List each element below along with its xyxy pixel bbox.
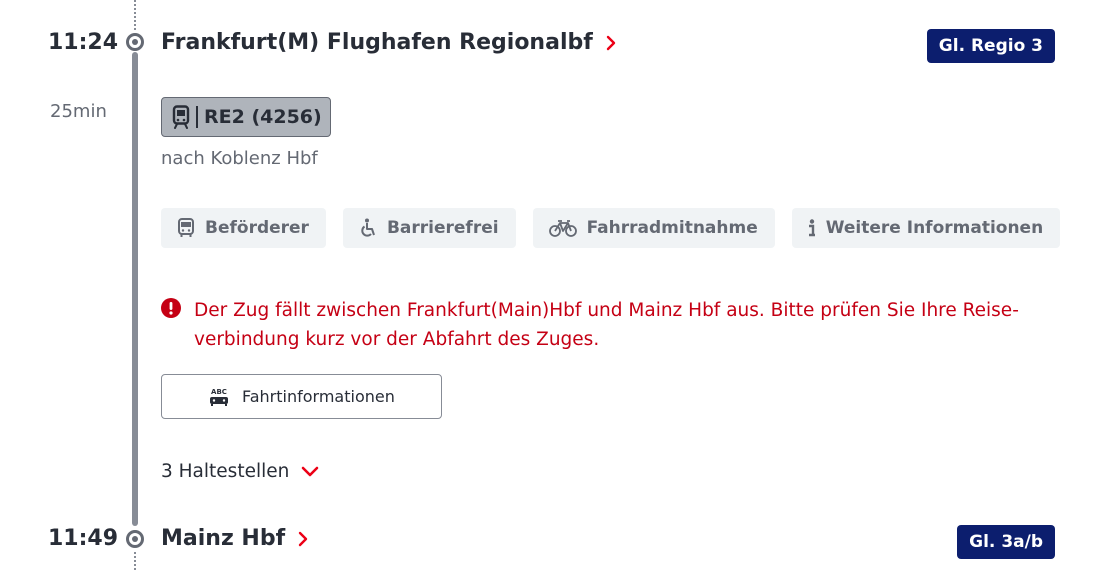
exclamation-circle-icon	[161, 298, 181, 318]
arrival-stop-dot	[126, 530, 144, 548]
train-icon	[172, 105, 190, 129]
chip-label: Weitere Informationen	[825, 218, 1044, 238]
chevron-right-icon	[606, 35, 616, 50]
timeline-rail	[132, 52, 138, 526]
chip-label: Fahrradmitnahme	[586, 218, 758, 238]
cancellation-alert: Der Zug fällt zwischen Frankfurt(Main)Hb…	[161, 296, 1051, 354]
fahrtinformationen-label: Fahrtinformationen	[242, 387, 395, 406]
departure-stop-dot	[126, 33, 144, 51]
arrival-station-name: Mainz Hbf	[161, 526, 286, 551]
abc-bus-icon: ABC	[210, 388, 228, 406]
alert-message: Der Zug fällt zwischen Frankfurt(Main)Hb…	[194, 300, 1019, 350]
journey-section: 11:24 Frankfurt(M) Flughafen Regionalbf …	[0, 0, 1106, 570]
departure-station-link[interactable]: Frankfurt(M) Flughafen Regionalbf	[161, 30, 619, 55]
timeline-dotted-top	[134, 0, 136, 30]
departure-time: 11:24	[48, 30, 119, 55]
chip-label: Beförderer	[205, 218, 309, 238]
train-label: RE2 (4256)	[204, 106, 322, 128]
info-icon	[808, 219, 815, 237]
chip-fahrradmitnahme[interactable]: Fahrradmitnahme	[532, 208, 775, 248]
arrival-platform-badge: Gl. 3a/b	[957, 525, 1055, 559]
chevron-right-icon	[298, 531, 308, 546]
timeline-dotted-bottom	[134, 552, 136, 570]
chip-weitere-informationen[interactable]: Weitere Informationen	[791, 208, 1061, 248]
travel-duration: 25min	[50, 101, 107, 122]
chevron-down-icon	[302, 466, 319, 476]
info-chips: Beförderer Barrierefrei Fahrradmitnahme	[161, 208, 1061, 248]
fahrtinformationen-button[interactable]: ABC Fahrtinformationen	[161, 374, 442, 419]
departure-station-name: Frankfurt(M) Flughafen Regionalbf	[161, 30, 593, 55]
departure-platform-badge: Gl. Regio 3	[926, 29, 1055, 63]
chip-barrierefrei[interactable]: Barrierefrei	[342, 208, 516, 248]
arrival-time: 11:49	[48, 526, 119, 551]
chip-label: Barrierefrei	[386, 218, 499, 238]
bus-icon	[178, 218, 194, 237]
train-direction: nach Koblenz Hbf	[161, 148, 318, 169]
wheelchair-icon	[361, 218, 375, 237]
svg-text:ABC: ABC	[211, 388, 227, 396]
intermediate-stops-toggle[interactable]: 3 Haltestellen	[161, 461, 319, 482]
train-badge[interactable]: RE2 (4256)	[161, 97, 331, 137]
arrival-station-link[interactable]: Mainz Hbf	[161, 526, 311, 551]
chip-befoerderer[interactable]: Beförderer	[161, 208, 326, 248]
stops-count-label: 3 Haltestellen	[161, 461, 290, 482]
bicycle-icon	[548, 220, 577, 237]
badge-separator	[196, 106, 198, 128]
